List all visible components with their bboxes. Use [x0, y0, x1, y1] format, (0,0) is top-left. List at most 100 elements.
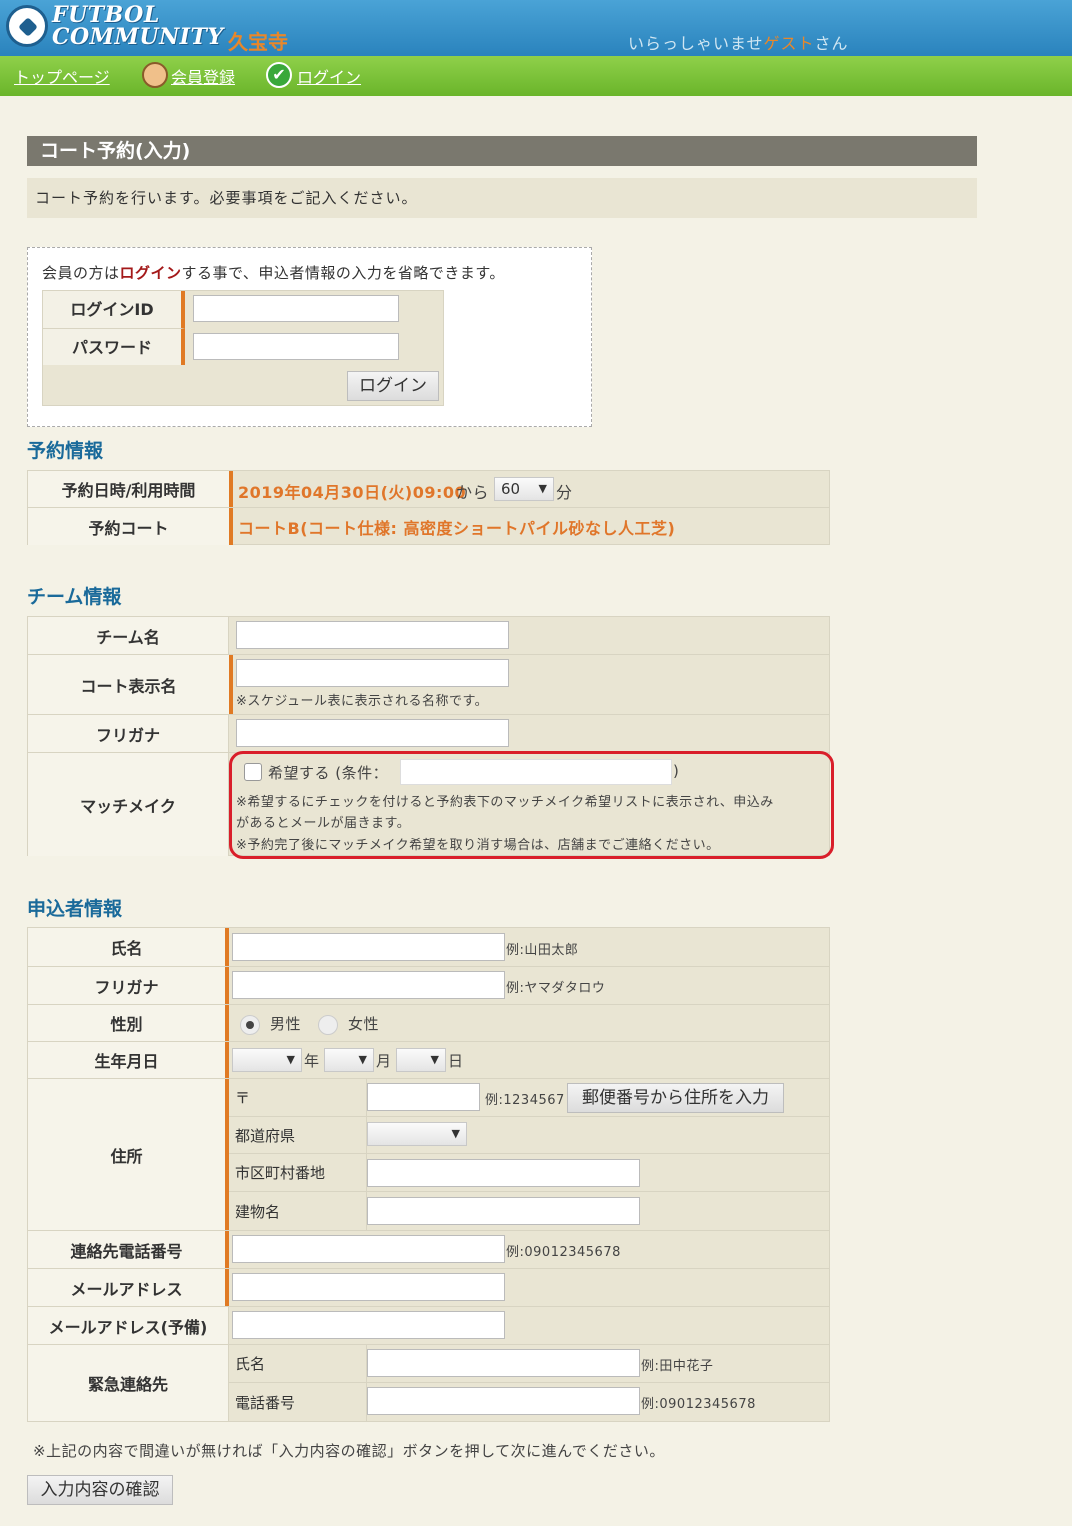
datetime-label: 予約日時/利用時間: [28, 471, 233, 507]
email2-input[interactable]: [232, 1311, 505, 1339]
birth-day-select[interactable]: [396, 1048, 446, 1072]
team-furigana-row: フリガナ: [28, 715, 829, 753]
birth-month-select[interactable]: [324, 1048, 374, 1072]
name-input[interactable]: [232, 933, 505, 961]
team-name-row: チーム名: [28, 617, 829, 655]
emergency-label: 緊急連絡先: [28, 1345, 229, 1421]
emergency-row: 緊急連絡先 氏名 例:田中花子 電話番号 例:09012345678: [28, 1345, 829, 1421]
court-display-input[interactable]: [236, 659, 509, 687]
female-label: 女性: [348, 1015, 380, 1033]
datetime-value: 2019年04月30日(火)09:00: [238, 483, 467, 502]
duration-select[interactable]: 60: [494, 477, 554, 501]
site-header: FUTBOL COMMUNITY 久宝寺 いらっしゃいませゲストさん: [0, 0, 1072, 56]
login-note-prefix: 会員の方は: [42, 264, 120, 282]
emergency-phone-input[interactable]: [367, 1387, 640, 1415]
team-heading: チーム情報: [27, 586, 122, 608]
address-row: 住所 〒 例:1234567 郵便番号から住所を入力 都道府県 市区町村番地 建…: [28, 1079, 829, 1231]
month-unit: 月: [376, 1052, 392, 1070]
logo-line1: FUTBOL: [52, 2, 160, 28]
prefecture-select[interactable]: [367, 1122, 467, 1146]
emergency-phone-subrow: 電話番号 例:09012345678: [229, 1383, 829, 1421]
gender-row: 性別 男性 女性: [28, 1005, 829, 1042]
phone-row: 連絡先電話番号 例:09012345678: [28, 1231, 829, 1269]
postal-input[interactable]: [367, 1083, 480, 1111]
birth-year-select[interactable]: [232, 1048, 302, 1072]
prefecture-subrow: 都道府県: [229, 1117, 829, 1154]
emergency-name-input[interactable]: [367, 1349, 640, 1377]
birth-row: 生年月日 年 月 日: [28, 1042, 829, 1079]
kana-row: フリガナ 例:ヤマダタロウ: [28, 967, 829, 1005]
team-furigana-label: フリガナ: [28, 715, 229, 752]
login-note-link[interactable]: ログイン: [120, 264, 182, 282]
day-unit: 日: [448, 1052, 464, 1070]
team-furigana-input[interactable]: [236, 719, 509, 747]
welcome-suffix: さん: [814, 34, 849, 53]
check-icon: ✔: [266, 62, 292, 88]
welcome-prefix: いらっしゃいませ: [628, 34, 764, 53]
nav-login-link[interactable]: ログイン: [297, 64, 361, 88]
emergency-name-subrow: 氏名 例:田中花子: [229, 1345, 829, 1383]
email2-label: メールアドレス(予備): [28, 1307, 229, 1344]
minutes-unit: 分: [556, 483, 573, 502]
male-radio[interactable]: [240, 1015, 260, 1035]
email-row: メールアドレス: [28, 1269, 829, 1307]
phone-input[interactable]: [232, 1235, 505, 1263]
email2-row: メールアドレス(予備): [28, 1307, 829, 1345]
password-label: パスワード: [43, 328, 185, 365]
team-name-input[interactable]: [236, 621, 509, 649]
building-input[interactable]: [367, 1197, 640, 1225]
reservation-heading: 予約情報: [27, 440, 104, 462]
login-note: 会員の方はログインする事で、申込者情報の入力を省略できます。: [42, 262, 505, 283]
page-description: コート予約を行います。必要事項をご記入ください。: [27, 178, 977, 218]
password-input[interactable]: [193, 333, 399, 360]
from-text: から: [456, 483, 490, 502]
welcome-user: ゲスト: [763, 34, 815, 53]
login-id-input[interactable]: [193, 295, 399, 322]
female-radio[interactable]: [318, 1015, 338, 1035]
phone-label: 連絡先電話番号: [28, 1231, 229, 1268]
court-display-label: コート表示名: [28, 655, 233, 714]
emergency-phone-example: 例:09012345678: [641, 1397, 756, 1412]
court-value: コートB(コート仕様: 高密度ショートパイル砂なし人工芝): [238, 519, 676, 538]
emergency-phone-label: 電話番号: [229, 1383, 367, 1421]
year-unit: 年: [304, 1052, 320, 1070]
city-label: 市区町村番地: [229, 1154, 367, 1191]
court-display-note: ※スケジュール表に表示される名称です。: [236, 694, 489, 709]
kana-input[interactable]: [232, 971, 505, 999]
email-input[interactable]: [232, 1273, 505, 1301]
login-id-label: ログインID: [43, 291, 185, 328]
reservation-court-row: 予約コート コートB(コート仕様: 高密度ショートパイル砂なし人工芝): [28, 508, 829, 545]
building-label: 建物名: [229, 1192, 367, 1230]
match-make-highlight: [229, 751, 834, 859]
phone-example: 例:09012345678: [506, 1245, 621, 1260]
kana-label: フリガナ: [28, 967, 229, 1004]
postal-example: 例:1234567: [485, 1093, 565, 1108]
city-subrow: 市区町村番地: [229, 1154, 829, 1192]
confirm-button[interactable]: 入力内容の確認: [27, 1475, 173, 1505]
city-input[interactable]: [367, 1159, 640, 1187]
site-logo[interactable]: FUTBOL COMMUNITY: [52, 4, 224, 48]
postal-lookup-button[interactable]: 郵便番号から住所を入力: [567, 1083, 784, 1113]
applicant-table: 氏名 例:山田太郎 フリガナ 例:ヤマダタロウ 性別 男性 女性 生年月日 年 …: [27, 927, 830, 1422]
team-name-label: チーム名: [28, 617, 229, 654]
store-name: 久宝寺: [228, 30, 288, 54]
emergency-name-example: 例:田中花子: [641, 1359, 714, 1374]
postal-label: 〒: [229, 1079, 367, 1116]
nav-top-page-link[interactable]: トップページ: [14, 64, 110, 88]
page-title: コート予約(入力): [27, 136, 977, 166]
email-label: メールアドレス: [28, 1269, 229, 1306]
login-note-suffix: する事で、申込者情報の入力を省略できます。: [181, 264, 505, 282]
postal-subrow: 〒 例:1234567 郵便番号から住所を入力: [229, 1079, 829, 1117]
building-subrow: 建物名: [229, 1192, 829, 1230]
address-label: 住所: [28, 1079, 229, 1230]
welcome-message: いらっしゃいませゲストさん: [628, 30, 849, 54]
soccer-ball-logo-icon[interactable]: [6, 5, 48, 47]
login-button[interactable]: ログイン: [347, 371, 439, 401]
member-icon: [142, 62, 168, 88]
court-label: 予約コート: [28, 508, 233, 545]
prefecture-label: 都道府県: [229, 1117, 367, 1153]
nav-register-link[interactable]: 会員登録: [171, 64, 235, 88]
kana-example: 例:ヤマダタロウ: [506, 981, 606, 996]
male-label: 男性: [270, 1015, 302, 1033]
top-nav: トップページ 会員登録 ✔ ログイン: [0, 56, 1072, 96]
